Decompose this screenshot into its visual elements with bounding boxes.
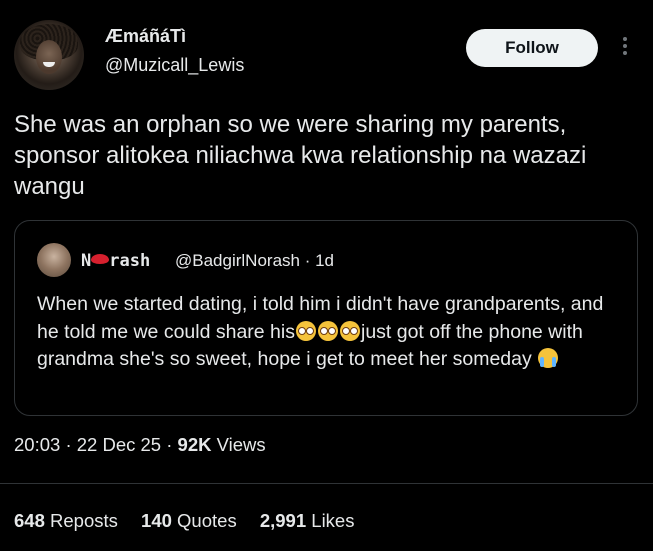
likes-stat[interactable]: 2,991 Likes [260,510,355,531]
tweet-text: She was an orphan so we were sharing my … [14,111,587,200]
divider [0,483,653,484]
meta-separator: · [166,434,173,455]
quoted-age: · 1d [304,251,335,270]
likes-label: Likes [311,510,355,531]
meta-separator: · [65,434,72,455]
pleading-face-icon [339,320,360,341]
lips-icon [91,254,110,264]
follow-button[interactable]: Follow [466,29,598,67]
quoted-avatar[interactable] [37,243,71,277]
author-name[interactable]: ÆmáñáTì [105,26,186,47]
views-count: 92K [177,434,212,455]
quoted-name-prefix: N [81,251,92,271]
reposts-count: 648 [14,510,45,531]
quoted-tweet[interactable]: Nrash @BadgirlNorash · 1d When we starte… [14,220,638,416]
quotes-stat[interactable]: 140 Quotes [141,510,237,531]
reposts-label: Reposts [50,510,118,531]
author-handle[interactable]: @Muzicall_Lewis [105,55,244,76]
pleading-face-icon [295,320,316,341]
quoted-name-suffix: rash [109,251,151,271]
quoted-handle-line: @BadgirlNorash · 1d [175,251,334,271]
quotes-label: Quotes [177,510,237,531]
tweet-time[interactable]: 20:03 [14,434,60,455]
views-label: Views [216,434,266,455]
crying-face-icon [538,348,559,368]
more-options-icon[interactable] [621,34,629,64]
quoted-handle[interactable]: @BadgirlNorash [175,251,300,270]
author-avatar[interactable] [14,20,84,90]
reposts-stat[interactable]: 648 Reposts [14,510,118,531]
tweet-meta: 20:03 · 22 Dec 25 · 92K Views [14,434,266,456]
avatar-face [36,40,62,74]
pleading-face-icon [317,320,338,341]
likes-count: 2,991 [259,510,307,531]
tweet-date[interactable]: 22 Dec 25 [77,434,161,455]
quotes-count: 140 [141,510,172,531]
quoted-text: When we started dating, i told him i did… [37,291,627,374]
tweet-stats: 648 Reposts 140 Quotes 2,991 Likes [14,510,354,532]
quoted-name[interactable]: Nrash [81,251,150,271]
